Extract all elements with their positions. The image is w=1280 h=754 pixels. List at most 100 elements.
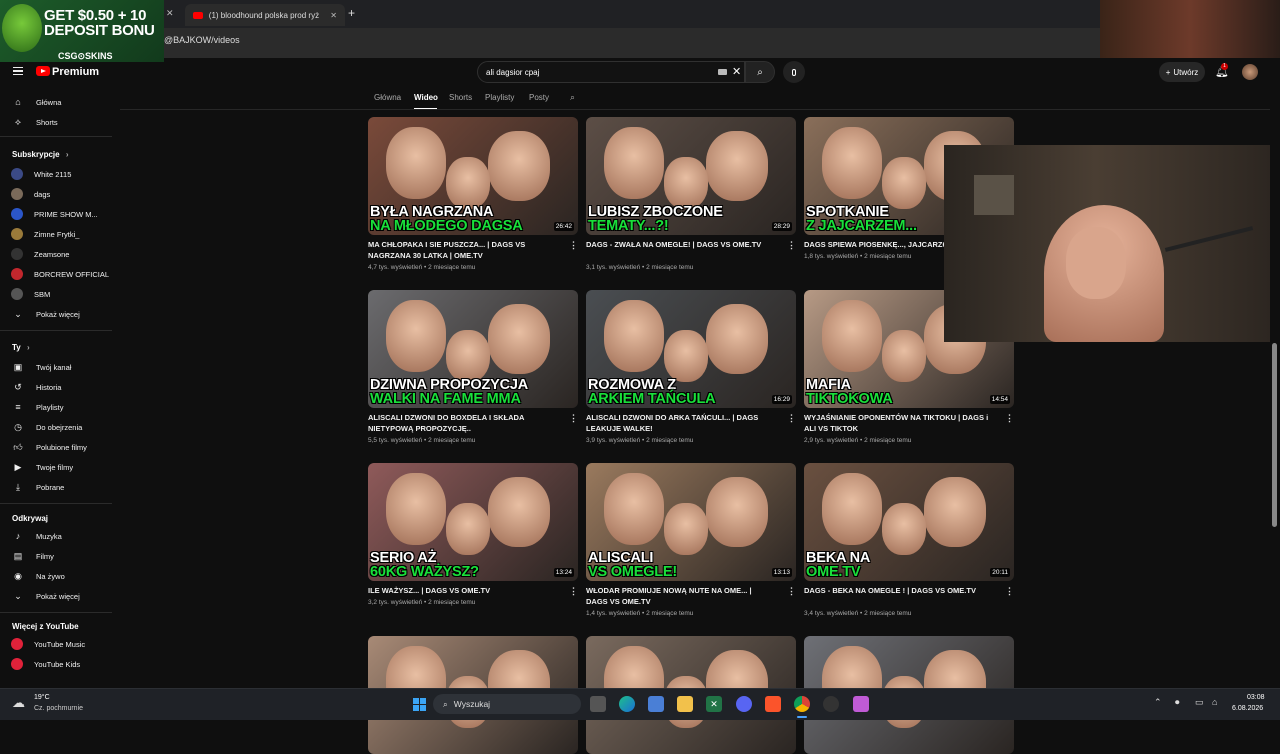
youtube-logo-icon[interactable] [36,66,50,76]
video-thumbnail[interactable]: LUBISZ ZBOCZONE TEMATY...?! 28:29 [586,117,796,235]
sidebar-item-movies[interactable]: ▤ Filmy [0,546,112,566]
sidebar-item-home[interactable]: ⌂ Główna [0,92,112,112]
sidebar-item-live[interactable]: ◉ Na żywo [0,566,112,586]
channel-search-icon[interactable]: ⌕ [570,92,575,103]
video-title[interactable]: DAGS - BEKA NA OMEGLE ! | DAGS VS OME.TV [804,586,992,597]
search-input[interactable]: ali dagsior cpaj ✕ [477,61,745,83]
subscription-item[interactable]: SBM [0,284,112,304]
sidebar-item-label: Shorts [36,117,58,127]
browser-tab[interactable]: (1) bloodhound polska prod ryż ✕ [185,4,345,26]
video-thumbnail[interactable]: ROZMOWA Z ARKIEM TAŃCULA 16:29 [586,290,796,408]
close-tab-icon[interactable]: ✕ [330,11,337,20]
scrollbar-thumb[interactable] [1272,343,1277,527]
obs-icon[interactable] [823,696,839,712]
video-title[interactable]: ILE WAŻYSZ... | DAGS VS OME.TV [368,586,556,597]
subscription-item[interactable]: PRIME SHOW M... [0,204,112,224]
sidebar-item-history[interactable]: ↺ Historia [0,377,112,397]
your-videos-icon: ▶ [14,461,22,472]
tab-playlists[interactable]: Playlisty [485,93,514,102]
video-title[interactable]: DAGS - ZWAŁA NA OMEGLE! | DAGS VS OME.TV [586,240,774,251]
subscription-item[interactable]: Zeamsone [0,244,112,264]
clear-search-icon[interactable]: ✕ [732,65,741,78]
display-tray-icon[interactable]: ▭ [1195,697,1204,708]
sidebar-item-liked-videos[interactable]: 👍︎ Polubione filmy [0,437,112,457]
video-thumbnail[interactable]: ALISCALI VS OMEGLE! 13:13 [586,463,796,581]
you-heading[interactable]: Ty › [12,343,30,352]
video-title[interactable]: ALISCALI DZWONI DO ARKA TAŃCULI... | DAG… [586,413,774,434]
sidebar-item-label: Zeamsone [34,249,70,259]
video-more-options-icon[interactable]: ⋮ [1005,413,1014,424]
clock-date[interactable]: 6.08.2026 [1232,705,1263,712]
url-text[interactable]: @BAJKOW/videos [164,35,240,45]
new-tab-button[interactable]: + [348,6,355,20]
video-title[interactable]: WŁODAR PROMIUJE NOWĄ NUTE NA OME... | DA… [586,586,774,607]
sidebar-item-youtube-app[interactable]: YouTube Music [0,634,112,654]
video-more-options-icon[interactable]: ⋮ [1005,586,1014,597]
video-thumbnail[interactable]: SERIO AŻ 60KG WAŻYSZ? 13:24 [368,463,578,581]
watch-later-icon: ◷ [14,421,22,432]
video-title[interactable]: MA CHŁOPAKA I SIE PUSZCZA... | DAGS VS N… [368,240,556,261]
video-more-options-icon[interactable]: ⋮ [569,240,578,251]
video-thumbnail[interactable]: BEKA NA OME.TV 20:11 [804,463,1014,581]
account-avatar[interactable] [1242,64,1258,80]
video-duration-badge: 28:29 [771,222,792,231]
video-thumbnail[interactable]: BYŁA NAGRZANA NA MŁODEGO DAGSA 26:42 [368,117,578,235]
brave-browser-icon[interactable] [765,696,781,712]
edge-browser-icon[interactable] [619,696,635,712]
subscription-item[interactable]: BORCREW OFFICIAL [0,264,112,284]
hamburger-menu-icon[interactable] [13,67,23,75]
video-more-options-icon[interactable]: ⋮ [787,413,796,424]
weather-icon[interactable]: ☁ [12,695,25,711]
taskbar-search-box[interactable]: ⌕ Wyszukaj [433,694,581,714]
sidebar-item-your-channel[interactable]: ▣ Twój kanał [0,357,112,377]
sidebar-show-more[interactable]: ⌄ Pokaż więcej [0,304,112,324]
tab-home[interactable]: Główna [374,93,401,102]
sidebar-item-downloads[interactable]: ⤓ Pobrane [0,477,112,497]
tray-chevron-up-icon[interactable]: ⌃ [1154,697,1162,708]
sidebar-item-playlists[interactable]: ≡ Playlisty [0,397,112,417]
file-explorer-icon[interactable] [677,696,693,712]
video-title[interactable]: ALISCALI DZWONI DO BOXDELA I SKŁADA NIET… [368,413,556,434]
video-more-options-icon[interactable]: ⋮ [569,413,578,424]
sidebar-item-watch-later[interactable]: ◷ Do obejrzenia [0,417,112,437]
tab-posts[interactable]: Posty [529,93,549,102]
excel-icon[interactable]: ✕ [706,696,722,712]
sidebar-item-label: Twój kanał [36,362,72,372]
weather-description[interactable]: Cz. pochmurnie [34,705,83,712]
subscription-item[interactable]: Zimne Frytki_ [0,224,112,244]
premium-label[interactable]: Premium [52,66,99,78]
video-title[interactable]: WYJAŚNIANIE OPONENTÓW NA TIKTOKU | DAGS … [804,413,992,434]
thumbnail-caption-line-1: ALISCALI [588,550,654,566]
voice-search-button[interactable] [783,61,805,83]
video-more-options-icon[interactable]: ⋮ [787,240,796,251]
create-button[interactable]: + Utwórz [1159,62,1205,82]
sidebar-item-label: Polubione filmy [36,442,87,452]
search-button[interactable]: ⌕ [745,61,775,83]
video-thumbnail[interactable]: DZIWNA PROPOZYCJA WALKI NA FAME MMA [368,290,578,408]
sidebar-item-music[interactable]: ♪ Muzyka [0,526,112,546]
tab-shorts[interactable]: Shorts [449,93,472,102]
microsoft-store-icon[interactable] [648,696,664,712]
video-more-options-icon[interactable]: ⋮ [787,586,796,597]
sidebar-item-your-videos[interactable]: ▶ Twoje filmy [0,457,112,477]
keyboard-icon[interactable] [718,69,727,75]
microphone-tray-icon[interactable]: ⏺ [1175,697,1180,708]
sidebar-item-chevron-down[interactable]: ⌄ Pokaż więcej [0,586,112,606]
chrome-browser-icon[interactable] [794,696,810,712]
clock-time[interactable]: 03:08 [1247,694,1265,701]
weather-temperature[interactable]: 19°C [34,694,50,701]
task-view-icon[interactable] [590,696,606,712]
subscription-item[interactable]: White 2115 [0,164,112,184]
discord-icon[interactable] [736,696,752,712]
subscriptions-heading[interactable]: Subskrypcje › [12,150,68,159]
close-tab-icon[interactable]: ✕ [166,8,174,19]
video-duration-badge: 14:54 [989,395,1010,404]
network-tray-icon[interactable]: ⌂ [1212,697,1217,707]
subscription-item[interactable]: dags [0,184,112,204]
windows-start-icon[interactable] [411,696,427,712]
streamlabs-icon[interactable] [853,696,869,712]
video-more-options-icon[interactable]: ⋮ [569,586,578,597]
tab-videos[interactable]: Wideo [414,93,438,102]
sidebar-item-shorts[interactable]: ⟡ Shorts [0,112,112,132]
sidebar-item-youtube-app[interactable]: YouTube Kids [0,654,112,674]
